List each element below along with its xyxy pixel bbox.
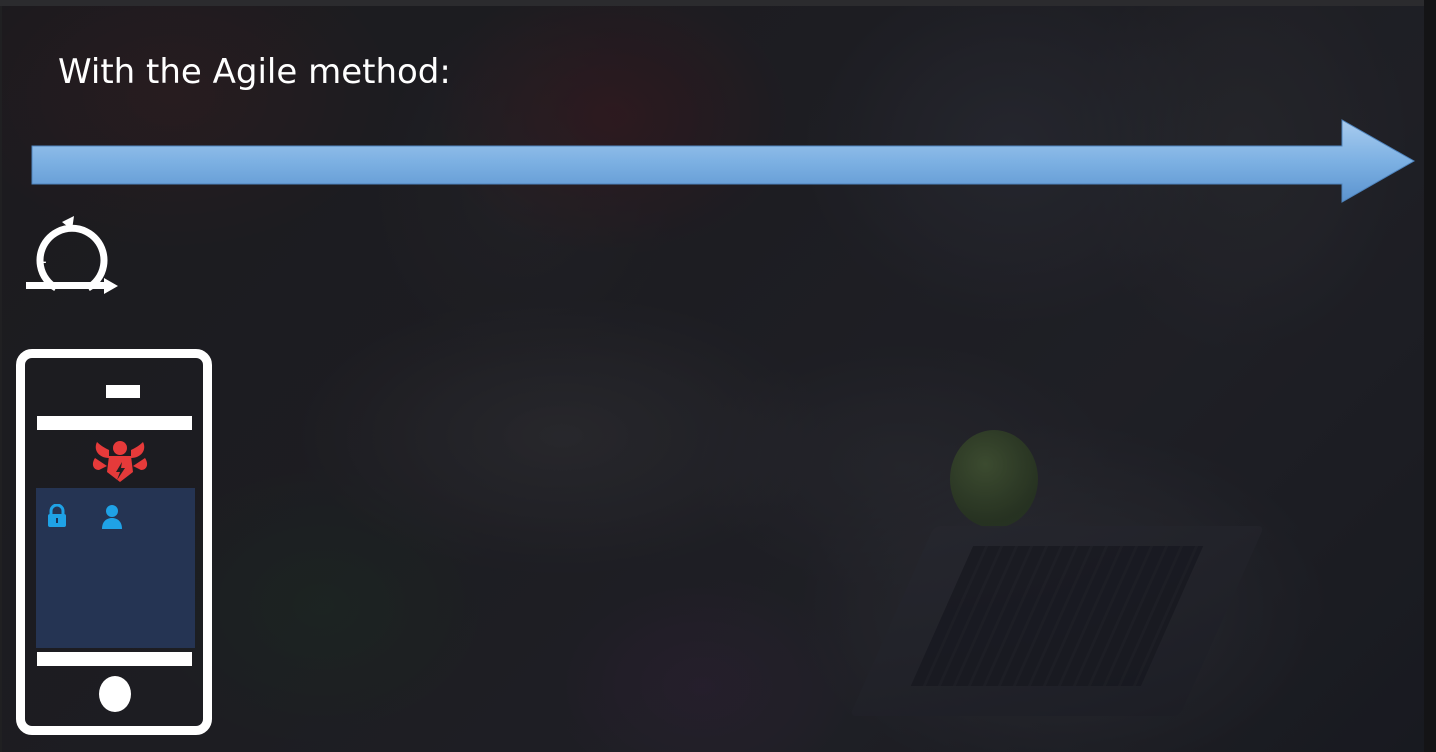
phone-speaker <box>106 385 140 398</box>
lock-icon <box>48 504 66 527</box>
slide: With the Agile method: 1 <box>2 6 1424 752</box>
phone-header-bar <box>37 416 192 430</box>
user-icon <box>102 505 122 529</box>
phone-home-button <box>99 676 131 712</box>
presentation-window: With the Agile method: 1 <box>0 0 1436 752</box>
window-right-edge <box>1424 0 1436 752</box>
strength-icon <box>92 441 148 482</box>
mobile-phone-icon <box>16 349 212 735</box>
phone-footer-bar <box>37 652 192 666</box>
timeline-arrow <box>31 119 1416 203</box>
slide-title: With the Agile method: <box>58 52 451 92</box>
iteration-number: 1 <box>36 248 48 268</box>
